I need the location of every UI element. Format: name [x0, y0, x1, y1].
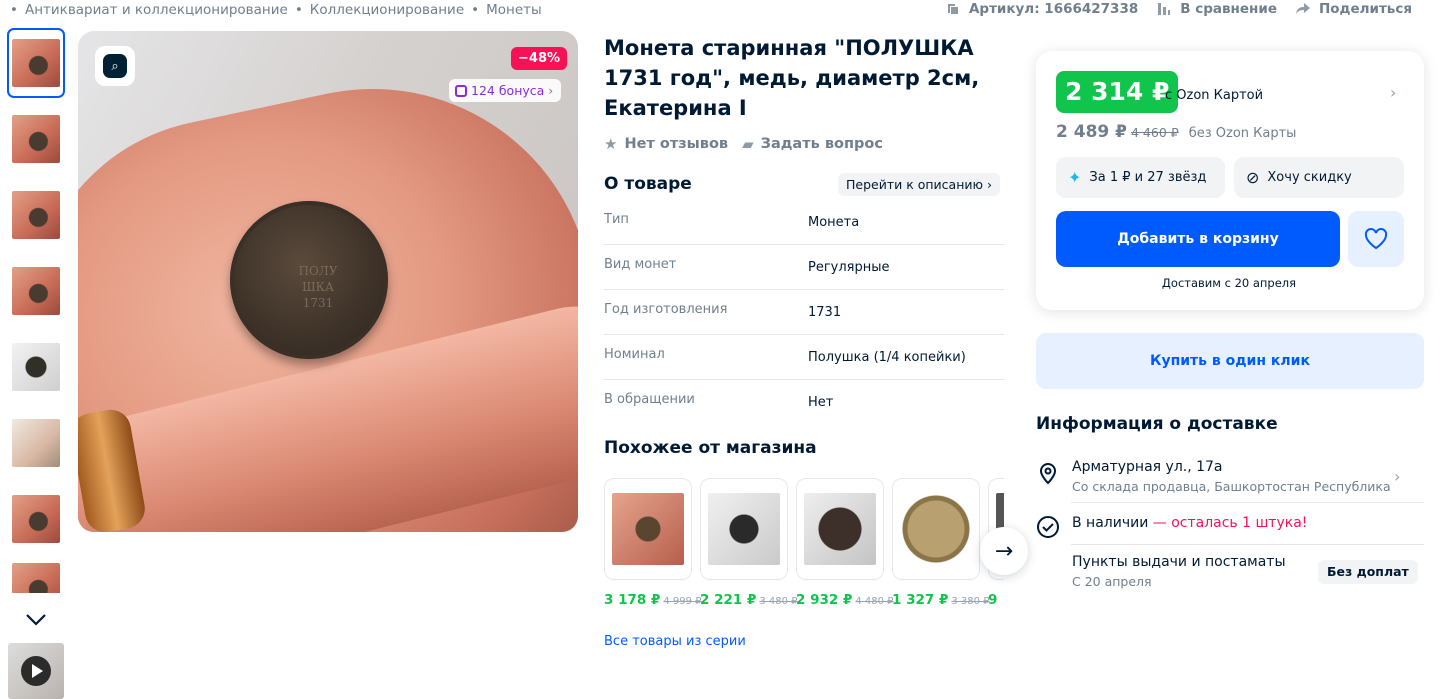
- product-main-image[interactable]: ПОЛУ ШКА 1731: [78, 31, 578, 532]
- play-icon: [21, 656, 51, 686]
- spec-row: Номинал Полушка (1/4 копейки): [604, 335, 1004, 380]
- heart-icon: [1364, 228, 1388, 250]
- thumbnail[interactable]: [7, 28, 65, 98]
- location-pin-icon: [1039, 463, 1057, 485]
- delivery-heading: Информация о доставке: [1036, 414, 1278, 434]
- no-extra-charge-badge: Без доплат: [1318, 560, 1418, 584]
- rating-row: ★ Нет отзывов ▰ Задать вопрос: [604, 135, 883, 153]
- delivery-address-row[interactable]: Арматурная ул., 17а Со склада продавца, …: [1036, 459, 1424, 495]
- chevron-right-icon: ›: [987, 177, 993, 192]
- camera-search-icon: ⌕: [103, 54, 127, 78]
- product-title: Монета старинная "ПОЛУШКА 1731 год", мед…: [604, 36, 980, 120]
- spec-row: В обращении Нет: [604, 392, 834, 410]
- copy-icon: [947, 4, 958, 14]
- divider: [1071, 544, 1424, 545]
- thumbnail-list: [7, 28, 66, 605]
- price-card: 2 314 ₽ с Ozon Картой › 2 489 ₽4 460 ₽ бе…: [1036, 51, 1424, 310]
- share-button[interactable]: Поделиться: [1295, 1, 1412, 17]
- thumbnail[interactable]: [10, 107, 62, 171]
- thumbnail[interactable]: [10, 487, 62, 551]
- compare-button[interactable]: В сравнение: [1156, 1, 1277, 17]
- spec-row: Год изготовления 1731: [604, 290, 1004, 335]
- share-icon: [1295, 3, 1310, 14]
- goto-description-button[interactable]: Перейти к описанию ›: [838, 173, 1001, 196]
- reviews-link[interactable]: ★ Нет отзывов: [604, 135, 728, 153]
- discount-tag-icon: ⊘: [1246, 168, 1260, 187]
- bonus-icon: [455, 84, 467, 97]
- similar-item[interactable]: 2 932 ₽4 480 ₽: [796, 478, 894, 608]
- stock-row: В наличии — осталась 1 штука!: [1036, 513, 1424, 539]
- chevron-right-icon: ›: [548, 83, 554, 98]
- thumbnail[interactable]: [10, 563, 62, 593]
- sparkle-icon: ✦: [1068, 168, 1082, 187]
- ask-question-link[interactable]: ▰ Задать вопрос: [742, 135, 883, 153]
- breadcrumb-item[interactable]: Антиквариат и коллекционирование: [25, 2, 288, 18]
- thumbnail[interactable]: [10, 335, 62, 399]
- article-number[interactable]: Артикул: 1666427338: [945, 1, 1138, 17]
- delivery-date: Доставим с 20 апреля: [1161, 276, 1297, 290]
- chevron-right-icon[interactable]: ›: [1390, 83, 1396, 102]
- favorite-button[interactable]: [1348, 211, 1404, 267]
- spec-row: Тип Монета: [604, 200, 1004, 245]
- breadcrumb-sep: •: [10, 2, 18, 18]
- want-discount-button[interactable]: ⊘ Хочу скидку: [1234, 157, 1404, 198]
- arrow-right-icon: →: [994, 538, 1014, 564]
- check-circle-icon: [1037, 516, 1059, 538]
- breadcrumb-sep: •: [471, 2, 480, 18]
- compare-icon: [1158, 3, 1171, 15]
- chat-icon: ▰: [742, 135, 754, 153]
- ozon-card-price: 2 314 ₽: [1056, 71, 1179, 113]
- similar-item[interactable]: 2 221 ₽3 480 ₽: [700, 478, 798, 608]
- breadcrumb-sep: •: [294, 2, 303, 18]
- bonus-badge[interactable]: 124 бонуса ›: [449, 79, 562, 102]
- divider: [1071, 502, 1424, 503]
- thumbnail[interactable]: [10, 411, 62, 475]
- coin-inscription: ПОЛУ ШКА 1731: [298, 264, 338, 310]
- all-series-link[interactable]: Все товары из серии: [604, 634, 746, 649]
- visual-search-button[interactable]: ⌕: [95, 46, 135, 86]
- video-thumbnail[interactable]: [8, 643, 64, 699]
- top-actions: Артикул: 1666427338 В сравнение Поделить…: [945, 1, 1412, 17]
- ozon-card-label: с Ozon Картой: [1165, 88, 1264, 103]
- thumbnail[interactable]: [10, 259, 62, 323]
- spec-row: Вид монет Регулярные: [604, 245, 1004, 290]
- breadcrumb-item[interactable]: Монеты: [486, 2, 542, 18]
- breadcrumb: • Антиквариат и коллекционирование • Кол…: [10, 2, 542, 18]
- add-to-cart-button[interactable]: Добавить в корзину: [1056, 211, 1340, 267]
- breadcrumb-item[interactable]: Коллекционирование: [310, 2, 464, 18]
- carousel-next-button[interactable]: →: [980, 527, 1028, 575]
- similar-heading: Похожее от магазина: [604, 438, 817, 458]
- discount-badge: −48%: [511, 47, 568, 70]
- similar-item[interactable]: 3 178 ₽4 999 ₽: [604, 478, 702, 608]
- chevron-down-icon[interactable]: [24, 610, 48, 628]
- star-icon: ★: [604, 135, 618, 153]
- regular-price: 2 489 ₽4 460 ₽ без Ozon Карты: [1056, 122, 1297, 142]
- spec-table: Тип Монета Вид монет Регулярные Год изгото…: [604, 200, 1004, 425]
- thumbnail[interactable]: [10, 183, 62, 247]
- chevron-right-icon: ›: [1394, 467, 1401, 486]
- buy-one-click-button[interactable]: Купить в один клик: [1036, 333, 1424, 389]
- similar-carousel: 3 178 ₽4 999 ₽ 2 221 ₽3 480 ₽ 2 932 ₽4 4…: [604, 478, 1004, 628]
- about-heading: О товаре: [604, 174, 692, 194]
- stars-offer-button[interactable]: ✦ За 1 ₽ и 27 звёзд: [1056, 157, 1225, 198]
- similar-item[interactable]: 1 327 ₽3 380 ₽: [892, 478, 990, 608]
